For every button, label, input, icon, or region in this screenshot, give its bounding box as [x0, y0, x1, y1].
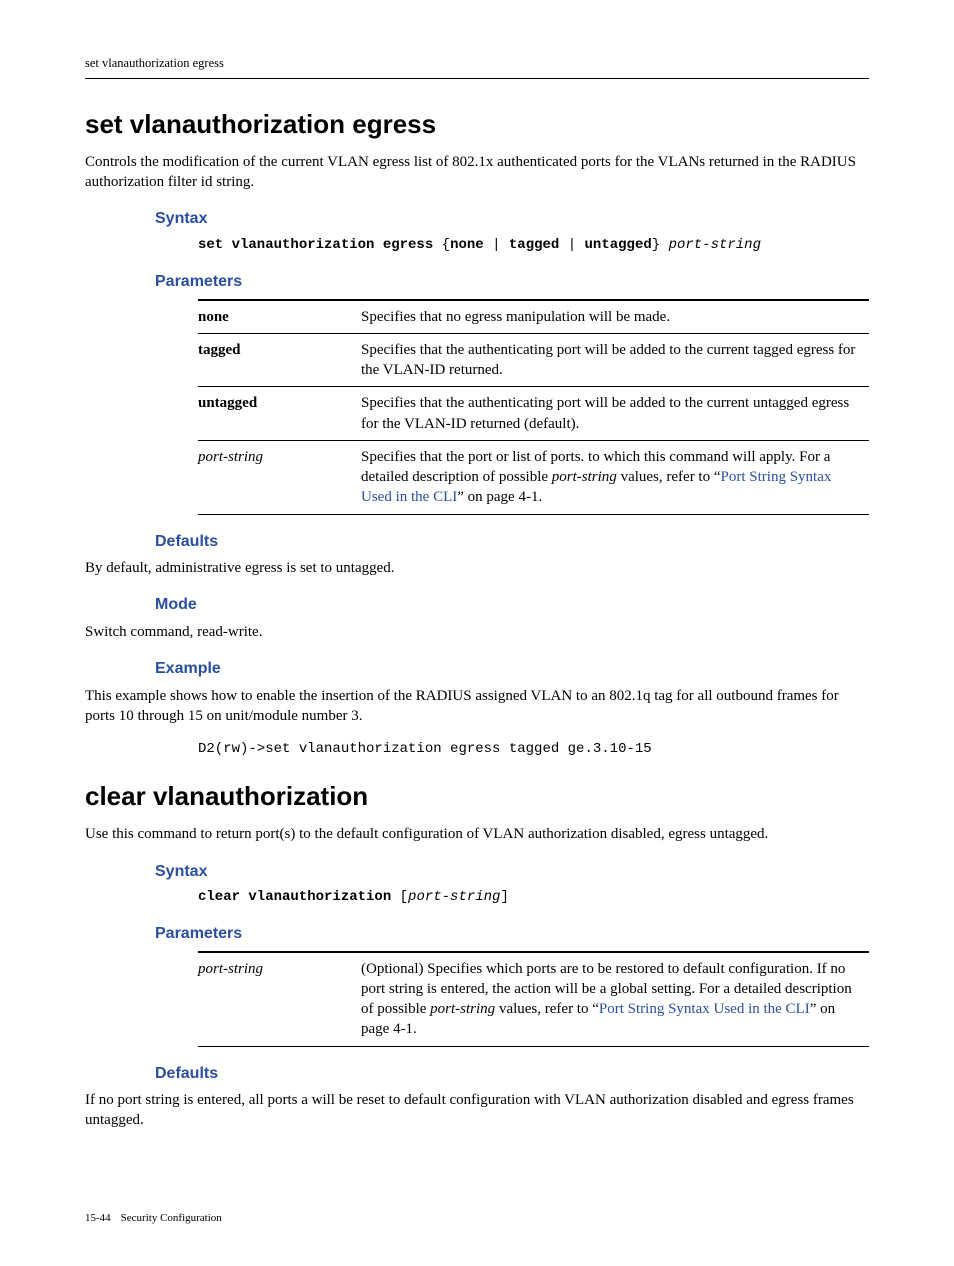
table-row: untagged Specifies that the authenticati…	[198, 387, 869, 441]
command-title: clear vlanauthorization	[85, 779, 869, 814]
mode-text: Switch command, read-write.	[85, 622, 869, 642]
table-row: tagged Specifies that the authenticating…	[198, 333, 869, 387]
defaults-heading: Defaults	[155, 1063, 869, 1085]
mode-heading: Mode	[155, 594, 869, 616]
param-desc: Specifies that the authenticating port w…	[361, 387, 869, 441]
command-title: set vlanauthorization egress	[85, 107, 869, 142]
param-name: port-string	[198, 440, 361, 514]
param-name: tagged	[198, 333, 361, 387]
example-heading: Example	[155, 658, 869, 680]
desc-text: ” on page 4-1.	[457, 489, 542, 505]
defaults-text: By default, administrative egress is set…	[85, 558, 869, 578]
intro-paragraph: Controls the modification of the current…	[85, 152, 869, 193]
parameters-table: port-string (Optional) Specifies which p…	[198, 951, 869, 1047]
example-cli: D2(rw)->set vlanauthorization egress tag…	[198, 740, 869, 759]
param-name: port-string	[198, 952, 361, 1047]
footer-label: Security Configuration	[121, 1212, 222, 1224]
desc-text: values, refer to “	[617, 469, 721, 485]
param-name: none	[198, 300, 361, 334]
syntax-opt: untagged	[585, 237, 652, 253]
defaults-heading: Defaults	[155, 531, 869, 553]
desc-italic: port-string	[552, 469, 617, 485]
syntax-block: clear vlanauthorization [port-string]	[198, 888, 869, 907]
table-row: port-string (Optional) Specifies which p…	[198, 952, 869, 1047]
syntax-opt: tagged	[509, 237, 559, 253]
syntax-heading: Syntax	[155, 861, 869, 883]
param-name-italic: port-string	[198, 961, 263, 977]
syntax-heading: Syntax	[155, 208, 869, 230]
parameters-heading: Parameters	[155, 923, 869, 945]
xref-link[interactable]: Port String Syntax Used in the CLI	[599, 1001, 810, 1017]
example-text: This example shows how to enable the ins…	[85, 686, 869, 727]
desc-text: values, refer to “	[495, 1001, 599, 1017]
syntax-arg: port-string	[408, 889, 500, 905]
syntax-cmd: clear vlanauthorization	[198, 889, 391, 905]
parameters-table: none Specifies that no egress manipulati…	[198, 299, 869, 515]
param-name-italic: port-string	[198, 449, 263, 465]
syntax-arg: port-string	[669, 237, 761, 253]
syntax-opt: none	[450, 237, 484, 253]
param-desc: Specifies that the authenticating port w…	[361, 333, 869, 387]
param-desc: (Optional) Specifies which ports are to …	[361, 952, 869, 1047]
intro-paragraph: Use this command to return port(s) to th…	[85, 824, 869, 844]
desc-italic: port-string	[430, 1001, 495, 1017]
page-footer: 15-44 Security Configuration	[85, 1211, 869, 1226]
param-desc: Specifies that the port or list of ports…	[361, 440, 869, 514]
parameters-heading: Parameters	[155, 271, 869, 293]
table-row: port-string Specifies that the port or l…	[198, 440, 869, 514]
defaults-text: If no port string is entered, all ports …	[85, 1090, 869, 1131]
syntax-block: set vlanauthorization egress {none | tag…	[198, 236, 869, 255]
param-desc: Specifies that no egress manipulation wi…	[361, 300, 869, 334]
page-number: 15-44	[85, 1212, 111, 1224]
table-row: none Specifies that no egress manipulati…	[198, 300, 869, 334]
param-name: untagged	[198, 387, 361, 441]
syntax-cmd: set vlanauthorization egress	[198, 237, 433, 253]
running-header: set vlanauthorization egress	[85, 55, 869, 79]
